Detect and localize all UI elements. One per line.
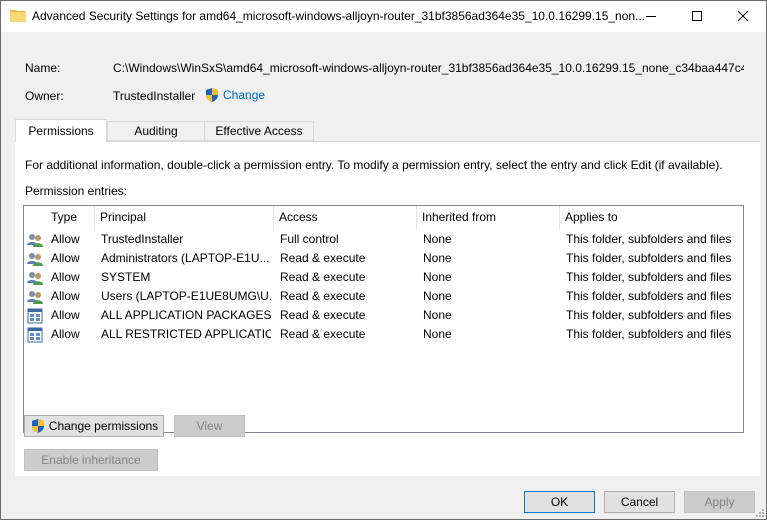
dialog-body: Name: C:\Windows\WinSxS\amd64_microsoft-… xyxy=(1,32,766,519)
name-label: Name: xyxy=(25,61,61,75)
row-access: Read & execute xyxy=(280,289,366,303)
permission-entries-list[interactable]: Type Principal Access Inherited from App… xyxy=(23,205,744,433)
row-access: Read & execute xyxy=(280,327,366,341)
row-applies-to: This folder, subfolders and files xyxy=(566,232,732,246)
maximize-button[interactable] xyxy=(674,1,720,31)
list-header: Type Principal Access Inherited from App… xyxy=(24,206,743,230)
close-button[interactable] xyxy=(720,1,766,31)
minimize-button[interactable] xyxy=(628,1,674,31)
app-package-icon xyxy=(27,327,43,343)
change-permissions-label: Change permissions xyxy=(48,419,159,433)
column-header-principal[interactable]: Principal xyxy=(95,206,274,230)
row-applies-to: This folder, subfolders and files xyxy=(566,327,732,341)
row-inherited-from: None xyxy=(423,232,452,246)
row-access: Full control xyxy=(280,232,339,246)
table-row[interactable]: Allow ALL RESTRICTED APPLICATIO... Read … xyxy=(24,325,743,344)
apply-button[interactable]: Apply xyxy=(684,491,755,513)
row-principal: TrustedInstaller xyxy=(101,232,184,246)
enable-inheritance-button[interactable]: Enable inheritance xyxy=(24,449,158,471)
change-permissions-button[interactable]: Change permissions xyxy=(24,415,164,437)
row-principal: Administrators (LAPTOP-E1U... xyxy=(101,251,270,265)
table-row[interactable]: Allow Users (LAPTOP-E1UE8UMG\U... Read &… xyxy=(24,287,743,306)
row-applies-to: This folder, subfolders and files xyxy=(566,270,732,284)
row-inherited-from: None xyxy=(423,308,452,322)
info-text: For additional information, double-click… xyxy=(25,158,723,172)
row-type: Allow xyxy=(51,289,80,303)
row-principal: Users (LAPTOP-E1UE8UMG\U... xyxy=(101,289,271,303)
row-access: Read & execute xyxy=(280,270,366,284)
row-type: Allow xyxy=(51,270,80,284)
table-row[interactable]: Allow TrustedInstaller Full control None… xyxy=(24,230,743,249)
view-button[interactable]: View xyxy=(174,415,245,437)
advanced-security-settings-window: Advanced Security Settings for amd64_mic… xyxy=(0,0,767,520)
row-inherited-from: None xyxy=(423,270,452,284)
user-group-icon xyxy=(27,253,43,266)
column-header-inherited-from[interactable]: Inherited from xyxy=(417,206,560,230)
ok-button[interactable]: OK xyxy=(524,491,595,513)
title-bar[interactable]: Advanced Security Settings for amd64_mic… xyxy=(1,1,766,32)
permission-entries-label: Permission entries: xyxy=(25,184,128,198)
tab-auditing[interactable]: Auditing xyxy=(107,121,205,141)
row-access: Read & execute xyxy=(280,251,366,265)
owner-label: Owner: xyxy=(25,89,64,103)
row-applies-to: This folder, subfolders and files xyxy=(566,289,732,303)
table-row[interactable]: Allow ALL APPLICATION PACKAGES Read & ex… xyxy=(24,306,743,325)
owner-value: TrustedInstaller xyxy=(113,89,196,103)
resize-grip-icon[interactable] xyxy=(754,507,764,517)
maximize-icon xyxy=(692,11,702,21)
row-type: Allow xyxy=(51,327,80,341)
row-principal: ALL APPLICATION PACKAGES xyxy=(101,308,271,322)
close-icon xyxy=(738,11,748,21)
row-access: Read & execute xyxy=(280,308,366,322)
user-group-icon xyxy=(27,234,43,247)
table-row[interactable]: Allow SYSTEM Read & execute None This fo… xyxy=(24,268,743,287)
column-header-access[interactable]: Access xyxy=(274,206,417,230)
row-applies-to: This folder, subfolders and files xyxy=(566,251,732,265)
row-inherited-from: None xyxy=(423,327,452,341)
row-principal: SYSTEM xyxy=(101,270,151,284)
tab-effective-access[interactable]: Effective Access xyxy=(204,121,314,141)
window-title: Advanced Security Settings for amd64_mic… xyxy=(32,9,646,23)
folder-icon xyxy=(10,10,26,22)
row-inherited-from: None xyxy=(423,289,452,303)
change-owner-link[interactable]: Change xyxy=(204,87,265,103)
row-type: Allow xyxy=(51,308,80,322)
minimize-icon xyxy=(646,16,656,17)
uac-shield-icon xyxy=(31,419,44,433)
change-owner-label: Change xyxy=(223,88,266,102)
column-header-applies-to[interactable]: Applies to xyxy=(560,206,743,230)
name-value: C:\Windows\WinSxS\amd64_microsoft-window… xyxy=(113,61,744,75)
app-package-icon xyxy=(27,308,43,324)
table-row[interactable]: Allow Administrators (LAPTOP-E1U... Read… xyxy=(24,249,743,268)
tab-permissions[interactable]: Permissions xyxy=(15,119,107,142)
row-principal: ALL RESTRICTED APPLICATIO... xyxy=(101,327,271,341)
row-applies-to: This folder, subfolders and files xyxy=(566,308,732,322)
cancel-button[interactable]: Cancel xyxy=(604,491,675,513)
row-type: Allow xyxy=(51,251,80,265)
user-group-icon xyxy=(27,291,43,304)
uac-shield-icon xyxy=(206,88,218,102)
row-type: Allow xyxy=(51,232,80,246)
column-header-type[interactable]: Type xyxy=(46,206,95,230)
row-inherited-from: None xyxy=(423,251,452,265)
user-group-icon xyxy=(27,272,43,285)
